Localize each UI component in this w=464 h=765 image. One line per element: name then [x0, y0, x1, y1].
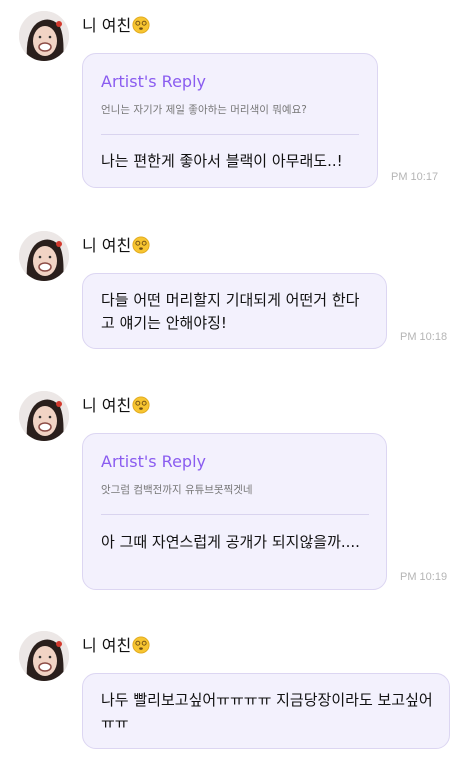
- message-time: PM 10:18: [400, 331, 448, 343]
- message-time: PM 10:17: [391, 171, 439, 183]
- avatar[interactable]: [19, 231, 69, 281]
- face-with-spiral-eyes-icon: [132, 236, 150, 254]
- message-bubble[interactable]: Artist's Reply 언니는 자기가 제일 좋아하는 머리색이 뭐예요?…: [82, 53, 378, 188]
- reply-title: Artist's Reply: [101, 452, 206, 471]
- message-text: 아 그때 자연스럽게 공개가 되지않을까....: [101, 533, 360, 551]
- message-bubble[interactable]: 다들 어떤 머리할지 기대되게 어떤거 한다고 얘기는 안해야징!: [82, 273, 387, 349]
- message-bubble[interactable]: 나두 빨리보고싶어ㅠㅠㅠㅠ 지금당장이라도 보고싶어ㅠㅠ: [82, 673, 450, 749]
- reply-title: Artist's Reply: [101, 72, 206, 91]
- avatar[interactable]: [19, 11, 69, 61]
- message-bubble[interactable]: Artist's Reply 앗그럼 컴백전까지 유튜브못찍겟네 아 그때 자연…: [82, 433, 387, 590]
- reply-quote: 앗그럼 컴백전까지 유튜브못찍겟네: [101, 484, 253, 496]
- message-time: PM 10:19: [400, 571, 448, 583]
- message-text: 나는 편한게 좋아서 블랙이 아무래도..!: [101, 152, 343, 170]
- sender-name: 니 여친: [82, 16, 150, 36]
- message-text: 나두 빨리보고싶어ㅠㅠㅠㅠ 지금당장이라도 보고싶어ㅠㅠ: [101, 691, 433, 732]
- avatar[interactable]: [19, 391, 69, 441]
- sender-name: 니 여친: [82, 396, 150, 416]
- reply-quote: 언니는 자기가 제일 좋아하는 머리색이 뭐예요?: [101, 104, 307, 116]
- face-with-spiral-eyes-icon: [132, 16, 150, 34]
- sender-name-text: 니 여친: [82, 16, 132, 35]
- reply-divider: [101, 514, 369, 515]
- sender-name: 니 여친: [82, 636, 150, 656]
- sender-name-text: 니 여친: [82, 396, 132, 415]
- avatar[interactable]: [19, 631, 69, 681]
- sender-name-text: 니 여친: [82, 636, 132, 655]
- sender-name-text: 니 여친: [82, 236, 132, 255]
- face-with-spiral-eyes-icon: [132, 636, 150, 654]
- face-with-spiral-eyes-icon: [132, 396, 150, 414]
- reply-divider: [101, 134, 359, 135]
- message-text: 다들 어떤 머리할지 기대되게 어떤거 한다고 얘기는 안해야징!: [101, 291, 360, 332]
- sender-name: 니 여친: [82, 236, 150, 256]
